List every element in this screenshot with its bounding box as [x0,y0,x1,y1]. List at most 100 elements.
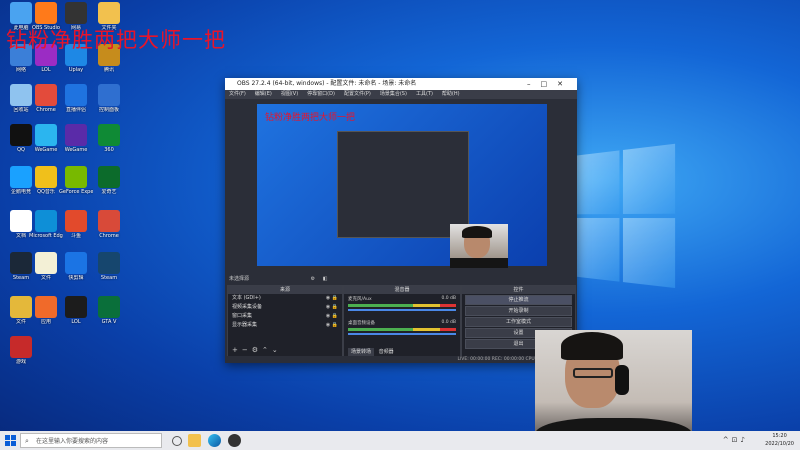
headset-icon [615,365,629,395]
menu-item[interactable]: 停靠窗口(D) [307,91,335,97]
app-icon [35,166,57,188]
app-icon [35,252,57,274]
tab-audio[interactable]: 音频器 [376,348,397,356]
desktop-icon[interactable]: WeGame [59,124,93,153]
desktop-icon[interactable]: QQ音乐 [29,166,63,195]
visibility-lock-icon[interactable]: ◉ 🔒 [326,321,338,330]
desktop-icon-label: Uplay [68,67,84,73]
app-icon [98,124,120,146]
app-icon [35,210,57,232]
source-name: 显示器采集 [232,322,258,328]
desktop-icon[interactable]: 斗鱼 [59,210,93,239]
desktop-icon[interactable]: Chrome [92,210,126,239]
source-item[interactable]: 显示器采集 ◉ 🔒 [228,321,342,330]
remove-icon[interactable]: − [242,346,252,354]
app-icon [65,296,87,318]
desktop-icon[interactable]: 游戏 [4,336,38,365]
filter-icon[interactable]: ◧ [323,276,328,282]
desktop-icon-label: Chrome [36,107,56,113]
desktop-icon[interactable]: Microsoft Edge [29,210,63,239]
system-tray[interactable]: ^⊡♪ [723,436,748,444]
edge-icon[interactable] [208,434,221,447]
desktop-icon-label: Microsoft Edge [29,233,63,239]
menu-item[interactable]: 视图(V) [281,91,298,97]
app-icon [65,124,87,146]
clock[interactable]: 15:20 2022/10/20 [765,432,794,448]
menu-item[interactable]: 文件(F) [229,91,246,97]
preview-webcam [450,224,508,268]
menu-item[interactable]: 帮助(H) [442,91,460,97]
desktop-icon-label: 360 [104,147,114,153]
chevron-up-icon[interactable]: ^ [723,436,732,444]
gear-icon[interactable]: ⚙ [252,346,262,354]
desktop-icon[interactable]: 直播伴侣 [59,84,93,113]
desktop-icon-label: 斗鱼 [70,233,81,239]
desktop-icon[interactable]: 应用 [29,296,63,325]
app-icon [65,166,87,188]
desktop-icon-label: 文件 [40,275,51,281]
desktop-icon[interactable]: GeForce Experience [59,166,93,195]
control-button[interactable]: 开始录制 [465,306,572,316]
mixer-panel: 混音器 麦克风/Aux 0.0 dB 桌面音频设备 0.0 dB 场景转场 音频器 [343,285,461,357]
desktop-icon[interactable]: Chrome [29,84,63,113]
volume-slider[interactable] [348,333,456,335]
desktop-icon[interactable]: Steam [92,252,126,281]
source-item[interactable]: 窗口采集 ◉ 🔒 [228,312,342,321]
control-button[interactable]: 工作室模式 [465,317,572,327]
minimize-icon[interactable]: – [527,80,541,88]
tab-transitions[interactable]: 场景转场 [348,348,375,356]
file-explorer-icon[interactable] [188,434,201,447]
visibility-lock-icon[interactable]: ◉ 🔒 [326,294,338,303]
search-placeholder: 在这里输入你要搜索的内容 [36,438,109,445]
app-icon [98,2,120,24]
obs-title-bar[interactable]: OBS 27.2.4 (64-bit, windows) - 配置文件: 未命名… [225,78,577,90]
app-icon [65,210,87,232]
source-item[interactable]: 文本 (GDI+) ◉ 🔒 [228,294,342,303]
desktop-icon-label: LOL [71,319,81,325]
desktop-icon[interactable]: WeGame [29,124,63,153]
desktop-icon-label: Steam [100,275,118,281]
network-icon[interactable]: ⊡ [732,436,741,444]
volume-slider[interactable] [348,309,456,311]
add-icon[interactable]: + [232,346,242,354]
menu-item[interactable]: 场景集合(S) [380,91,407,97]
visibility-lock-icon[interactable]: ◉ 🔒 [326,312,338,321]
taskbar-search[interactable]: ⌕ 在这里输入你要搜索的内容 [20,433,162,448]
app-icon [65,2,87,24]
source-toolbar: 未选择源 ⚙ ◧ [225,274,577,284]
desktop-icon-label: 应用 [40,319,51,325]
obs-window[interactable]: OBS 27.2.4 (64-bit, windows) - 配置文件: 未命名… [225,78,577,363]
controls-header: 控件 [462,286,575,294]
start-button[interactable] [5,435,16,446]
desktop-icon[interactable]: 控制面板 [92,84,126,113]
source-name: 视频采集设备 [232,304,263,310]
source-actions: +−⚙⌃⌄ [232,346,282,354]
desktop-icon[interactable]: 快剪辑 [59,252,93,281]
window-controls[interactable]: –□✕ [527,78,573,90]
desktop-icon[interactable]: 360 [92,124,126,153]
desktop-icon[interactable]: LOL [59,296,93,325]
up-icon[interactable]: ⌃ [262,346,272,354]
source-item[interactable]: 视频采集设备 ◉ 🔒 [228,303,342,312]
mixer-db: 0.0 dB [441,320,456,325]
mixer-db: 0.0 dB [441,296,456,301]
obs-icon[interactable] [228,434,241,447]
desktop-icon[interactable]: 爱奇艺 [92,166,126,195]
maximize-icon[interactable]: □ [541,80,558,88]
menu-item[interactable]: 工具(T) [416,91,433,97]
close-icon[interactable]: ✕ [557,80,573,88]
preview-overlay-title: 钻粉净胜两把大师一把 [265,113,356,123]
menu-item[interactable]: 配置文件(P) [344,91,371,97]
desktop-icon[interactable]: GTA V [92,296,126,325]
windows-logo-wallpaper [575,143,678,291]
down-icon[interactable]: ⌄ [272,346,282,354]
volume-icon[interactable]: ♪ [741,436,748,444]
preview-nested-obs [337,131,469,238]
menu-item[interactable]: 编辑(E) [255,91,272,97]
control-button[interactable]: 停止推流 [465,295,572,305]
visibility-lock-icon[interactable]: ◉ 🔒 [326,303,338,312]
gear-icon[interactable]: ⚙ [311,276,315,282]
task-view-icon[interactable] [172,436,182,446]
app-icon [35,2,57,24]
desktop-icon[interactable]: 文件 [29,252,63,281]
